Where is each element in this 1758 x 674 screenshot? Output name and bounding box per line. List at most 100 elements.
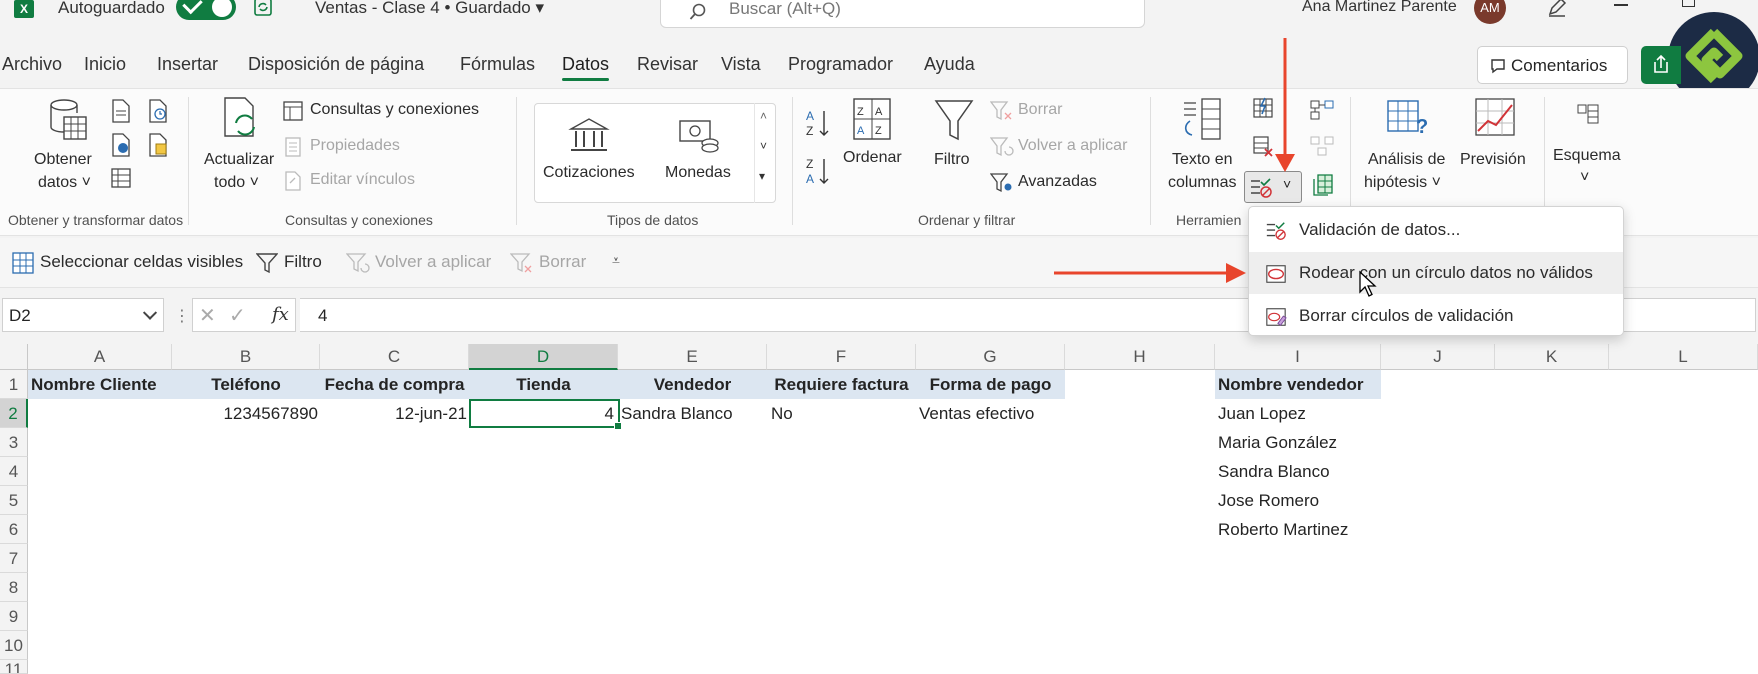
text-to-columns-label-2[interactable]: columnas xyxy=(1168,174,1236,192)
menu-item-circle-invalid[interactable]: Rodear con un círculo datos no válidos xyxy=(1249,252,1623,294)
forecast-button[interactable]: Previsión xyxy=(1460,151,1526,169)
from-table-icon[interactable] xyxy=(110,167,132,189)
tab-formulas[interactable]: Fórmulas xyxy=(460,54,535,75)
advanced-button[interactable]: Avanzadas xyxy=(1018,173,1097,191)
column-header-f[interactable]: F xyxy=(767,344,916,370)
cell-i1[interactable]: Nombre vendedor xyxy=(1218,370,1363,399)
document-title[interactable]: Ventas - Clase 4 • Guardado ▾ xyxy=(315,0,544,18)
cell-i3[interactable]: Maria González xyxy=(1218,428,1337,457)
tab-datos[interactable]: Datos xyxy=(562,54,610,81)
text-to-columns-label-1[interactable]: Texto en xyxy=(1172,151,1232,169)
column-header-l[interactable]: L xyxy=(1609,344,1758,370)
column-header-j[interactable]: J xyxy=(1381,344,1495,370)
chevron-up-icon[interactable]: ˄ xyxy=(760,109,767,123)
row-header-5[interactable]: 5 xyxy=(0,486,28,515)
column-header-d[interactable]: D xyxy=(469,344,618,370)
sort-az-icon[interactable]: AZ xyxy=(806,107,832,141)
column-header-g[interactable]: G xyxy=(916,344,1065,370)
comments-button[interactable]: Comentarios xyxy=(1477,46,1628,84)
maximize-icon[interactable] xyxy=(1682,0,1695,7)
edit-links-button[interactable]: Editar vínculos xyxy=(310,171,415,189)
properties-button[interactable]: Propiedades xyxy=(310,137,400,155)
reapply-button[interactable]: Volver a aplicar xyxy=(1018,137,1127,155)
queries-connections-button[interactable]: Consultas y conexiones xyxy=(310,101,479,119)
cell-g1[interactable]: Forma de pago xyxy=(916,370,1065,399)
cell-d1[interactable]: Tienda xyxy=(469,370,618,399)
row-header-4[interactable]: 4 xyxy=(0,457,28,486)
minimize-icon[interactable] xyxy=(1614,4,1628,6)
cell-b1[interactable]: Teléfono xyxy=(172,370,320,399)
tab-archivo[interactable]: Archivo xyxy=(2,54,62,75)
column-header-i[interactable]: I xyxy=(1215,344,1381,370)
cell-f1[interactable]: Requiere factura xyxy=(767,370,916,399)
get-data-button[interactable]: datos ˅ xyxy=(38,174,91,192)
outline-label[interactable]: Esquema xyxy=(1553,147,1621,165)
name-box[interactable]: D2 xyxy=(2,298,164,332)
from-web-icon[interactable] xyxy=(110,133,132,157)
row-header-7[interactable]: 7 xyxy=(0,544,28,573)
select-all-corner[interactable] xyxy=(0,344,28,370)
menu-item-clear-circles[interactable]: Borrar círculos de validación xyxy=(1249,295,1623,337)
tab-disposicion[interactable]: Disposición de página xyxy=(248,54,424,75)
cell-i6[interactable]: Roberto Martinez xyxy=(1218,515,1348,544)
refresh-label-1[interactable]: Actualizar xyxy=(204,151,274,169)
chevron-down-icon[interactable]: ˅ xyxy=(1580,169,1589,187)
get-data-label-1[interactable]: Obtener xyxy=(34,151,92,169)
sort-button[interactable]: Ordenar xyxy=(843,149,902,167)
cell-a1[interactable]: Nombre Cliente xyxy=(31,370,157,399)
select-visible-button[interactable]: Seleccionar celdas visibles xyxy=(40,252,243,272)
cell-c2[interactable]: 12-jun-21 xyxy=(320,399,469,428)
stocks-button[interactable]: Cotizaciones xyxy=(543,164,635,182)
share-button[interactable] xyxy=(1641,46,1681,84)
existing-connections-icon[interactable] xyxy=(147,133,169,157)
consolidate-icon[interactable] xyxy=(1312,173,1336,199)
insert-function-icon[interactable]: fx xyxy=(272,304,289,325)
what-if-label-1[interactable]: Análisis de xyxy=(1368,151,1445,169)
cell-e1[interactable]: Vendedor xyxy=(618,370,767,399)
row-header-1[interactable]: 1 xyxy=(0,370,28,399)
relationships-icon[interactable] xyxy=(1310,99,1334,121)
tab-inicio[interactable]: Inicio xyxy=(84,54,126,75)
row-header-6[interactable]: 6 xyxy=(0,515,28,544)
column-header-c[interactable]: C xyxy=(320,344,469,370)
search-box[interactable]: Buscar (Alt+Q) xyxy=(660,0,1145,28)
recent-sources-icon[interactable] xyxy=(147,99,169,123)
manage-model-icon[interactable] xyxy=(1310,135,1334,157)
row-header-9[interactable]: 9 xyxy=(0,602,28,631)
more-icon[interactable]: ▾ xyxy=(759,169,765,183)
row-header-10[interactable]: 10 xyxy=(0,631,28,660)
tab-programador[interactable]: Programador xyxy=(788,54,893,75)
qat-filter-button[interactable]: Filtro xyxy=(284,252,322,272)
save-sync-icon[interactable] xyxy=(252,0,274,18)
check-icon[interactable]: ✓ xyxy=(229,303,246,328)
qat-clear-button[interactable]: Borrar xyxy=(539,252,586,272)
cell-g2[interactable]: Ventas efectivo xyxy=(919,399,1034,428)
cell-i4[interactable]: Sandra Blanco xyxy=(1218,457,1330,486)
sort-za-icon[interactable]: ZA xyxy=(806,155,832,189)
qat-reapply-button[interactable]: Volver a aplicar xyxy=(375,252,491,272)
from-text-icon[interactable] xyxy=(110,99,132,123)
currencies-button[interactable]: Monedas xyxy=(665,164,731,182)
cell-b2[interactable]: 1234567890 xyxy=(172,399,320,428)
row-header-8[interactable]: 8 xyxy=(0,573,28,602)
cell-c1[interactable]: Fecha de compra xyxy=(320,370,469,399)
customize-qat-icon[interactable]: ⩡ xyxy=(612,252,620,269)
cell-i5[interactable]: Jose Romero xyxy=(1218,486,1319,515)
tab-ayuda[interactable]: Ayuda xyxy=(924,54,975,75)
tab-vista[interactable]: Vista xyxy=(721,54,761,75)
refresh-all-button[interactable]: todo ˅ xyxy=(214,174,259,192)
column-header-a[interactable]: A xyxy=(28,344,172,370)
cell-e2[interactable]: Sandra Blanco xyxy=(621,399,733,428)
cancel-icon[interactable]: ✕ xyxy=(199,303,216,328)
column-header-e[interactable]: E xyxy=(618,344,767,370)
row-header-11[interactable]: 11 xyxy=(0,660,28,674)
column-header-k[interactable]: K xyxy=(1495,344,1609,370)
clear-button[interactable]: Borrar xyxy=(1018,101,1062,119)
autosave-toggle[interactable] xyxy=(176,0,236,20)
avatar[interactable]: AM xyxy=(1474,0,1506,24)
filter-button[interactable]: Filtro xyxy=(934,151,970,169)
pen-icon[interactable] xyxy=(1546,0,1568,18)
cell-i2[interactable]: Juan Lopez xyxy=(1218,399,1306,428)
column-header-h[interactable]: H xyxy=(1065,344,1215,370)
what-if-button[interactable]: hipótesis ˅ xyxy=(1364,174,1441,192)
